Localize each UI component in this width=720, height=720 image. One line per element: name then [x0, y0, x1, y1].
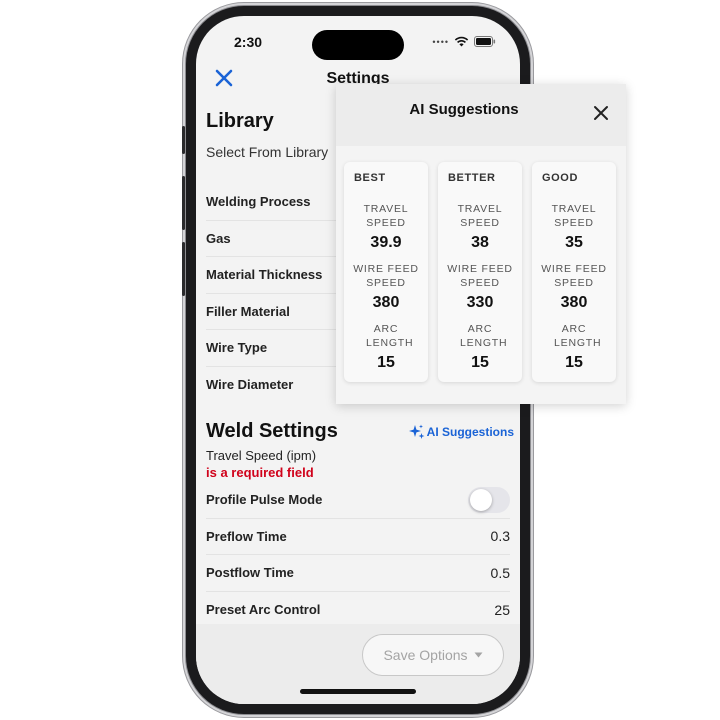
- profile-pulse-toggle[interactable]: [468, 486, 510, 513]
- card-tier-label: GOOD: [542, 172, 579, 184]
- wire-feed-metric-value: 380: [372, 294, 400, 311]
- required-field-error: is a required field: [206, 465, 314, 480]
- arc-length-metric-label: ARC LENGTH: [554, 323, 602, 349]
- suggestion-card-better[interactable]: BETTER TRAVEL SPEED 38 WIRE FEED SPEED 3…: [438, 162, 522, 382]
- suggestion-card-good[interactable]: GOOD TRAVEL SPEED 35 WIRE FEED SPEED 380…: [532, 162, 616, 382]
- caret-down-icon: [474, 652, 483, 658]
- suggestion-card-best[interactable]: BEST TRAVEL SPEED 39.9 WIRE FEED SPEED 3…: [344, 162, 428, 382]
- wire-feed-metric-label: WIRE FEED SPEED: [447, 263, 513, 289]
- travel-speed-metric: TRAVEL SPEED 35: [532, 202, 616, 252]
- weld-rows: Profile Pulse Mode Preflow Time 0.3 Post…: [206, 482, 510, 628]
- volume-up-button: [182, 176, 185, 230]
- popup-title: AI Suggestions: [409, 101, 519, 118]
- preset-arc-control-row[interactable]: Preset Arc Control 25: [206, 592, 510, 629]
- card-tier-label: BEST: [354, 172, 386, 184]
- preset-arc-control-label: Preset Arc Control: [206, 602, 321, 618]
- wire-feed-metric: WIRE FEED SPEED 330: [438, 262, 522, 312]
- preflow-time-value: 0.3: [490, 528, 510, 545]
- postflow-time-label: Postflow Time: [206, 565, 294, 581]
- wire-feed-metric-label: WIRE FEED SPEED: [353, 263, 419, 289]
- stage: 2:30 •••• Settings Library Select From L…: [0, 0, 720, 720]
- arc-length-metric: ARC LENGTH 15: [344, 322, 428, 372]
- profile-pulse-label: Profile Pulse Mode: [206, 492, 323, 508]
- travel-speed-label: Travel Speed (ipm): [206, 448, 317, 463]
- travel-speed-metric-value: 35: [565, 234, 583, 251]
- wire-feed-metric-value: 380: [560, 294, 588, 311]
- popup-header: AI Suggestions: [336, 84, 626, 146]
- wire-feed-metric: WIRE FEED SPEED 380: [344, 262, 428, 312]
- ai-suggestions-popup: AI Suggestions BEST TRAVEL SPEED 39.9 WI…: [336, 84, 626, 404]
- dynamic-island: [312, 30, 404, 60]
- status-time: 2:30: [234, 34, 263, 50]
- travel-speed-metric: TRAVEL SPEED 39.9: [344, 202, 428, 252]
- travel-speed-metric: TRAVEL SPEED 38: [438, 202, 522, 252]
- cellular-icon: ••••: [432, 36, 449, 47]
- sparkle-icon: [408, 424, 425, 439]
- bottom-bar: Save Options: [196, 624, 520, 704]
- card-tier-label: BETTER: [448, 172, 496, 184]
- postflow-time-value: 0.5: [490, 564, 510, 581]
- wifi-icon: [454, 36, 469, 47]
- travel-speed-metric-value: 38: [471, 234, 489, 251]
- arc-length-metric-value: 15: [471, 354, 489, 371]
- ai-suggestions-link[interactable]: AI Suggestions: [408, 424, 514, 440]
- wire-feed-metric-value: 330: [466, 294, 494, 311]
- ai-suggestions-label: AI Suggestions: [426, 425, 514, 439]
- wire-feed-metric: WIRE FEED SPEED 380: [532, 262, 616, 312]
- arc-length-metric-value: 15: [565, 354, 583, 371]
- weld-settings-title: Weld Settings: [206, 420, 338, 442]
- arc-length-metric: ARC LENGTH 15: [532, 322, 616, 372]
- travel-speed-metric-label: TRAVEL SPEED: [363, 203, 409, 229]
- wire-feed-metric-label: WIRE FEED SPEED: [541, 263, 607, 289]
- arc-length-metric: ARC LENGTH 15: [438, 322, 522, 372]
- toggle-knob: [470, 488, 492, 511]
- home-indicator: [300, 689, 416, 694]
- postflow-time-row[interactable]: Postflow Time 0.5: [206, 555, 510, 592]
- status-icons: ••••: [432, 36, 496, 47]
- travel-speed-metric-value: 39.9: [370, 234, 402, 251]
- volume-down-button: [182, 242, 185, 296]
- arc-length-metric-label: ARC LENGTH: [366, 323, 414, 349]
- mute-switch: [182, 126, 185, 154]
- status-bar: 2:30 ••••: [196, 16, 520, 66]
- preset-arc-control-value: 25: [494, 601, 510, 618]
- preflow-time-row[interactable]: Preflow Time 0.3: [206, 519, 510, 555]
- travel-speed-metric-label: TRAVEL SPEED: [457, 203, 503, 229]
- battery-icon: [474, 36, 496, 47]
- library-title: Library: [206, 110, 274, 132]
- save-options-label: Save Options: [383, 647, 468, 663]
- suggestion-cards: BEST TRAVEL SPEED 39.9 WIRE FEED SPEED 3…: [344, 162, 616, 382]
- arc-length-metric-value: 15: [377, 354, 395, 371]
- travel-speed-metric-label: TRAVEL SPEED: [551, 203, 597, 229]
- arc-length-metric-label: ARC LENGTH: [460, 323, 508, 349]
- close-icon: [594, 106, 608, 120]
- profile-pulse-row: Profile Pulse Mode: [206, 482, 510, 519]
- preflow-time-label: Preflow Time: [206, 528, 287, 544]
- save-options-button[interactable]: Save Options: [362, 634, 504, 676]
- popup-close-button[interactable]: [592, 104, 610, 122]
- library-select-link[interactable]: Select From Library: [206, 144, 328, 160]
